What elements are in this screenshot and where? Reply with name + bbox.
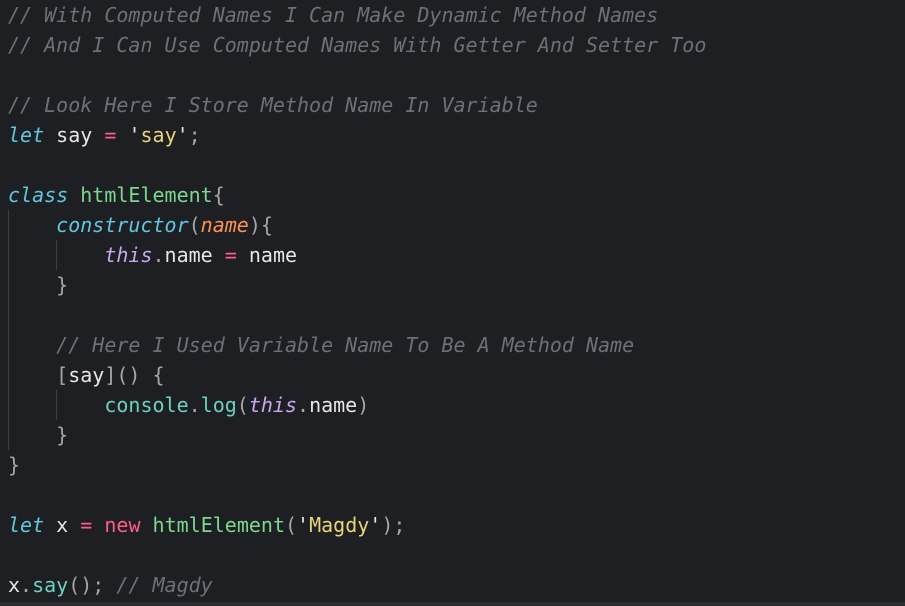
keyword-let: let	[8, 123, 45, 147]
semicolon: ;	[393, 513, 406, 537]
code-line-10: [say]() {	[8, 360, 165, 390]
brace: }	[56, 423, 69, 447]
parens: ()	[116, 363, 141, 387]
bracket: [	[56, 363, 69, 387]
keyword-let: let	[8, 513, 45, 537]
operator: =	[224, 243, 237, 267]
code-line-9: // Here I Used Variable Name To Be A Met…	[8, 330, 634, 360]
this-keyword: this	[248, 393, 298, 417]
variable-name: say	[68, 363, 105, 387]
code-line-8: }	[8, 270, 68, 300]
code-line-5: class htmlElement{	[8, 180, 225, 210]
dot: .	[297, 393, 310, 417]
console-object: console	[104, 393, 189, 417]
paren: (	[188, 213, 201, 237]
paren: (	[284, 513, 298, 537]
operator: =	[80, 513, 93, 537]
code-editor[interactable]: // With Computed Names I Can Make Dynami…	[0, 0, 905, 606]
variable-name: x	[56, 513, 69, 537]
code-line-7: this.name = name	[8, 240, 297, 270]
comment: // Look Here I Store Method Name In Vari…	[8, 93, 538, 117]
this-keyword: this	[104, 243, 153, 267]
code-line-3: // Look Here I Store Method Name In Vari…	[8, 90, 538, 120]
keyword-class: class	[8, 183, 69, 207]
string-literal: say	[140, 123, 177, 147]
paren: )	[381, 513, 394, 537]
code-line-2: // And I Can Use Computed Names With Get…	[8, 30, 706, 60]
brace: {	[152, 363, 165, 387]
paren: )	[357, 393, 370, 417]
dot: .	[152, 243, 165, 267]
code-line-15: x.say(); // Magdy	[8, 570, 213, 600]
method-call: log	[200, 393, 237, 417]
code-line-14: let x = new htmlElement('Magdy');	[8, 510, 405, 540]
quote: '	[369, 513, 382, 537]
code-line-11: console.log(this.name)	[8, 390, 369, 420]
variable: name	[248, 243, 298, 267]
paren: )	[248, 213, 261, 237]
horizontal-scrollbar[interactable]	[0, 602, 905, 606]
property: name	[164, 243, 213, 267]
operator: =	[104, 123, 117, 147]
paren: (	[236, 393, 249, 417]
comment: // And I Can Use Computed Names With Get…	[8, 33, 707, 57]
quote: '	[176, 123, 189, 147]
method-call: say	[32, 573, 69, 597]
keyword-new: new	[104, 513, 141, 537]
dot: .	[20, 573, 33, 597]
call-parens: ();	[68, 573, 105, 597]
comment: // Here I Used Variable Name To Be A Met…	[56, 333, 635, 357]
constructor-keyword: constructor	[56, 213, 189, 237]
comment: // With Computed Names I Can Make Dynami…	[8, 3, 659, 27]
code-line-6: constructor(name){	[8, 210, 273, 240]
brace: {	[212, 183, 225, 207]
dot: .	[188, 393, 201, 417]
code-line-12: }	[8, 420, 68, 450]
code-line-13: }	[8, 450, 20, 480]
semicolon: ;	[188, 123, 201, 147]
brace: }	[56, 273, 69, 297]
comment: // Magdy	[116, 573, 213, 597]
variable: x	[8, 573, 21, 597]
brace: }	[8, 453, 21, 477]
quote: '	[297, 513, 310, 537]
bracket: ]	[104, 363, 117, 387]
variable-name: say	[56, 123, 93, 147]
class-name: htmlElement	[80, 183, 213, 207]
code-line-4: let say = 'say';	[8, 120, 201, 150]
class-name: htmlElement	[152, 513, 285, 537]
quote: '	[128, 123, 141, 147]
property: name	[309, 393, 358, 417]
string-literal: Magdy	[309, 513, 370, 537]
code-line-1: // With Computed Names I Can Make Dynami…	[8, 0, 658, 30]
parameter: name	[200, 213, 249, 237]
brace: {	[260, 213, 273, 237]
